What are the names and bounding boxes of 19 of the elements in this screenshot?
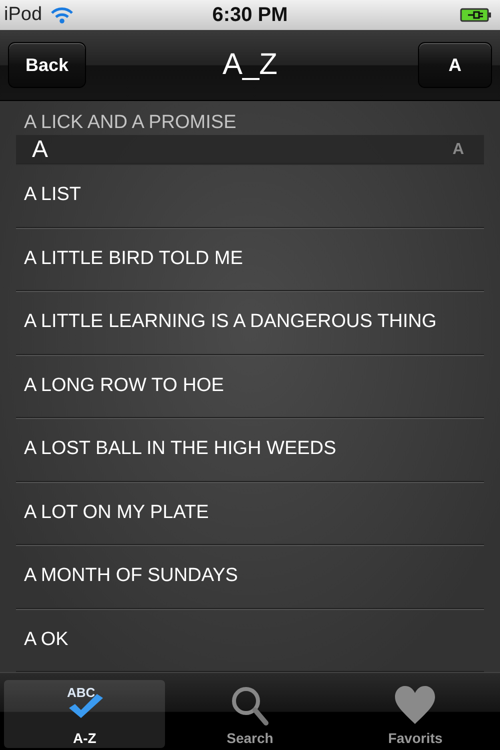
section-title: A [32,136,48,164]
list-item[interactable]: A LITTLE BIRD TOLD ME [16,228,484,291]
carrier-label: iPod [4,4,42,26]
list-item[interactable]: A MONTH OF SUNDAYS [16,545,484,608]
back-button[interactable]: Back [8,42,86,88]
list-item[interactable]: A LITTLE LEARNING IS A DANGEROUS THING [16,291,484,354]
list-item[interactable]: A LONG ROW TO HOE [16,354,484,418]
tab[interactable]: Favorits [334,680,496,748]
nav-title: A_Z [222,48,278,82]
index-button[interactable]: A [418,42,492,88]
clock-time: 6:30 PM [212,4,288,26]
list-item[interactable]: A LOT ON MY PLATE [16,482,484,545]
tab[interactable]: ABC A-Z [4,680,166,748]
wifi-icon [50,6,74,24]
battery-icon [460,7,492,23]
list-item[interactable]: A LICK AND A PROMISE [24,113,236,133]
section-index: A [452,141,464,159]
list-item[interactable]: A LOST BALL IN THE HIGH WEEDS [16,418,484,482]
tab[interactable]: Search [169,680,331,748]
